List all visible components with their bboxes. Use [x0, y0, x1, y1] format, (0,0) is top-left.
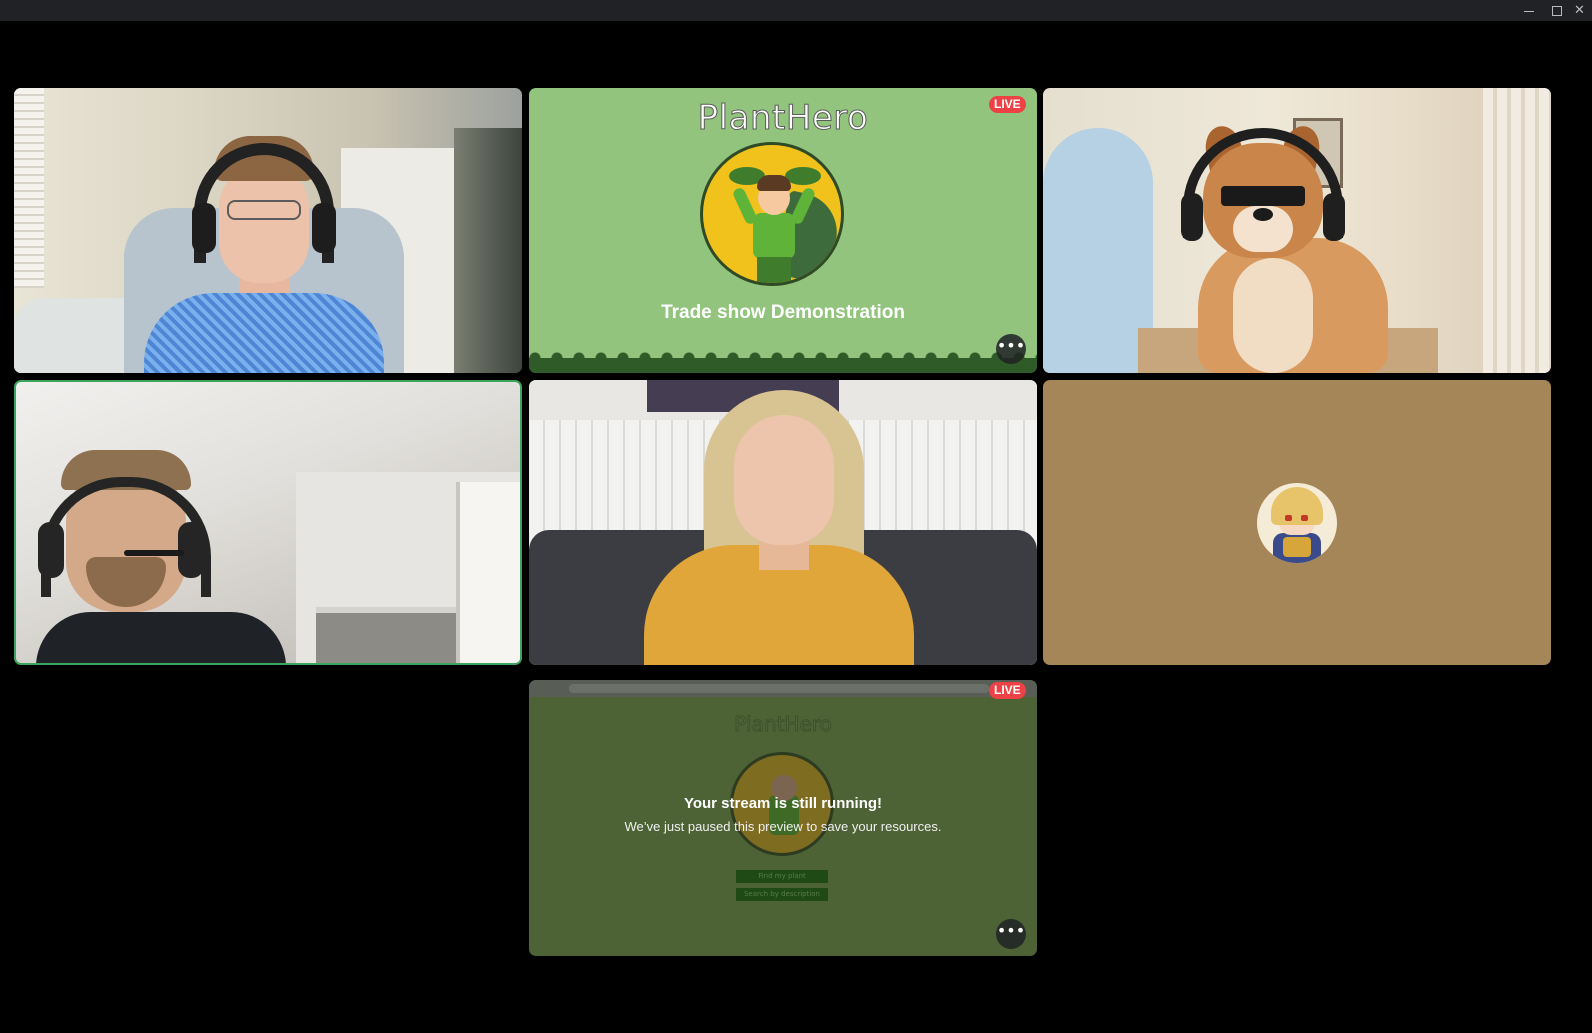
paused-message-title: Your stream is still running! — [683, 795, 883, 812]
microphone-icon — [124, 550, 184, 556]
search-by-description-button: Search by description — [736, 888, 828, 901]
ellipsis-icon: ••• — [996, 336, 1026, 355]
preview-slide-title: PlantHero — [734, 712, 833, 737]
video-tile-participant-3-speaking[interactable] — [14, 380, 522, 665]
minimize-button[interactable] — [1515, 0, 1543, 21]
close-button[interactable]: ✕ — [1567, 0, 1592, 21]
video-tile-participant-2[interactable] — [1043, 88, 1551, 373]
find-my-plant-button: Find my plant — [736, 870, 828, 883]
video-tile-participant-1[interactable] — [14, 88, 522, 373]
minimize-icon — [1524, 11, 1534, 12]
participant-tile-camera-off[interactable] — [1043, 380, 1551, 665]
ellipsis-icon: ••• — [996, 921, 1026, 940]
planthero-logo — [700, 142, 844, 286]
maximize-icon — [1552, 5, 1562, 16]
screen-share-tile[interactable]: PlantHero Trade show Demonstration LIVE … — [529, 88, 1037, 373]
grass-decoration — [529, 346, 1037, 373]
live-badge: LIVE — [989, 682, 1026, 699]
video-tile-participant-4[interactable] — [529, 380, 1037, 665]
more-options-button[interactable]: ••• — [996, 334, 1026, 364]
browser-chrome — [529, 680, 1037, 697]
live-badge: LIVE — [989, 96, 1026, 113]
slide-title: PlantHero — [697, 98, 869, 139]
slide-subtitle: Trade show Demonstration — [661, 302, 905, 323]
window-titlebar: ✕ — [0, 0, 1592, 21]
stream-preview-tile[interactable]: LIVE PlantHero Find my plant Search by d… — [529, 680, 1037, 956]
close-icon: ✕ — [1574, 3, 1585, 18]
more-options-button[interactable]: ••• — [996, 919, 1026, 949]
paused-message-body: We’ve just paused this preview to save y… — [624, 819, 942, 834]
avatar — [1257, 483, 1337, 563]
